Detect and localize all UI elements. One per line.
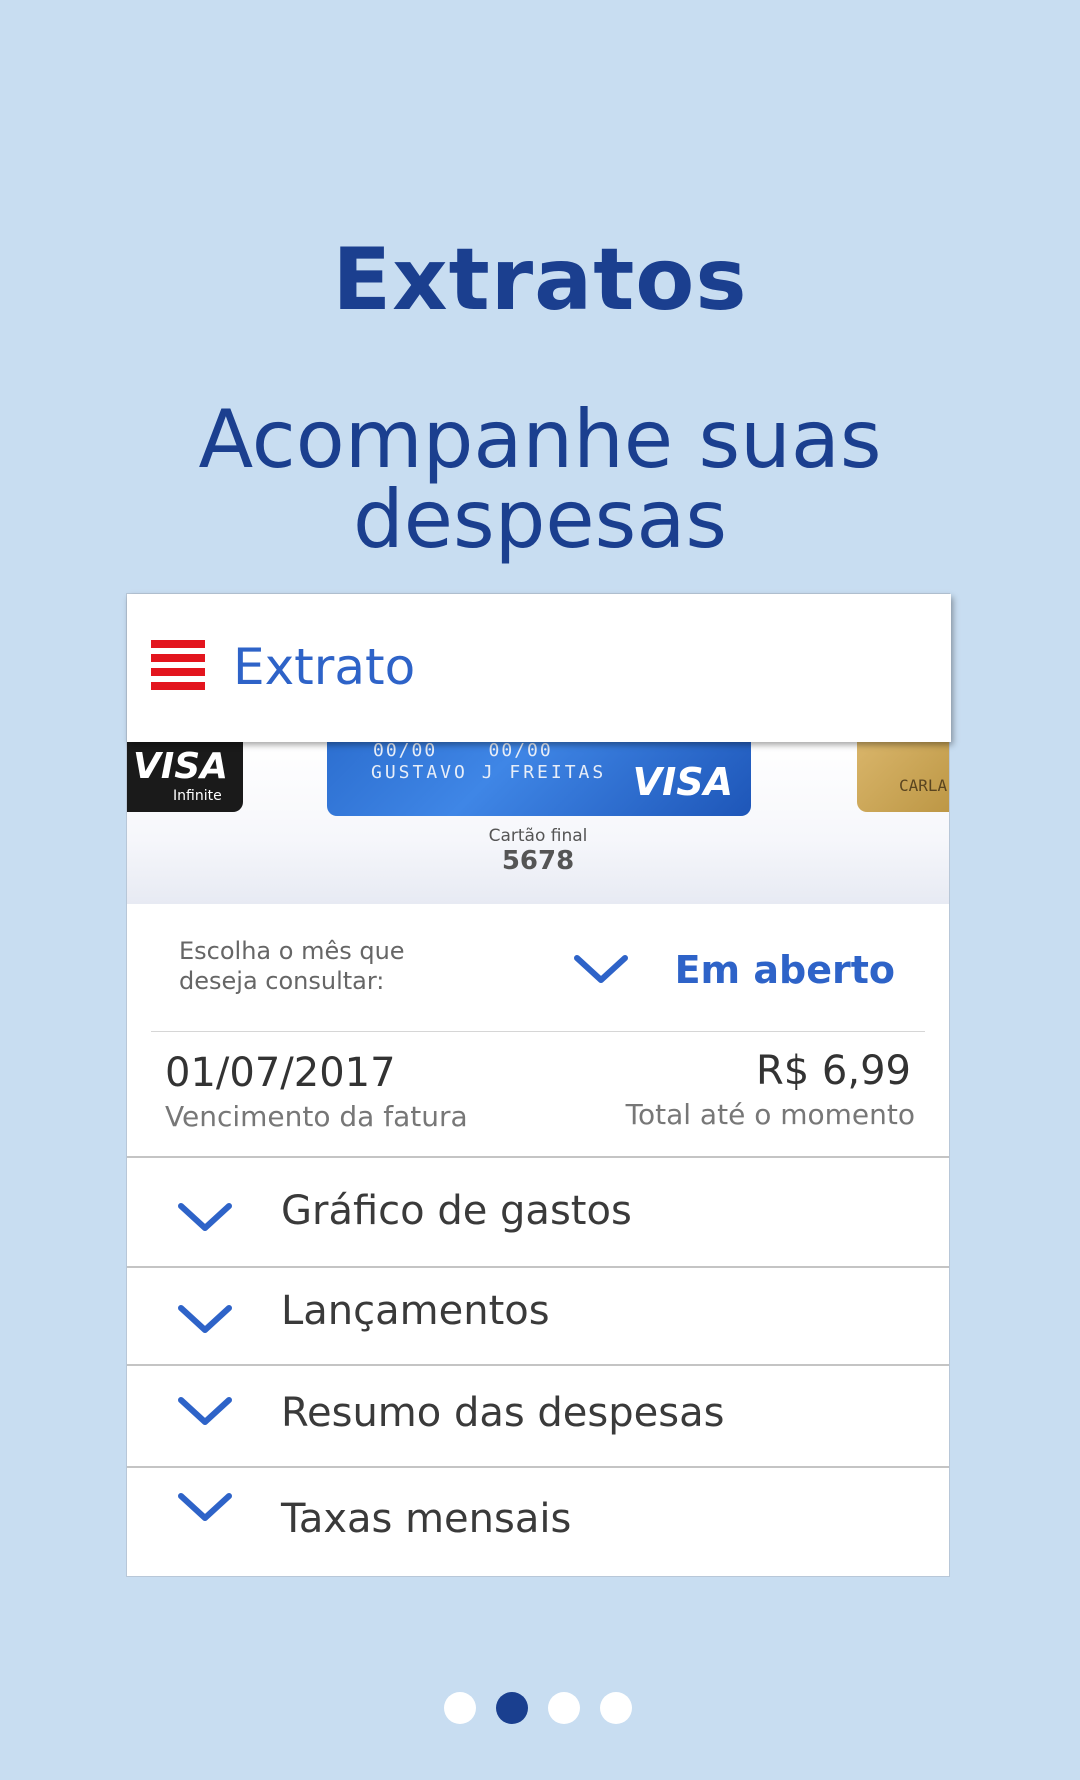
- card-brand: VISA: [133, 746, 229, 787]
- onboarding-title: Extratos: [332, 230, 748, 330]
- card-validity: 00/00 00/00: [373, 742, 553, 761]
- section-lancamentos[interactable]: Lançamentos: [127, 1268, 949, 1362]
- section-taxas-mensais[interactable]: Taxas mensais: [127, 1468, 949, 1574]
- app-bar: Extrato: [127, 594, 951, 742]
- month-selector[interactable]: Escolha o mês que deseja consultar: Em a…: [127, 904, 949, 1032]
- card-brand: VISA: [632, 760, 733, 804]
- section-grafico-de-gastos[interactable]: Gráfico de gastos: [127, 1158, 949, 1264]
- page-dot[interactable]: [444, 1692, 476, 1724]
- month-value[interactable]: Em aberto: [675, 948, 895, 992]
- section-label: Resumo das despesas: [281, 1390, 725, 1436]
- subtitle-line-2: despesas: [352, 473, 728, 566]
- invoice-total-label: Total até o momento: [625, 1098, 915, 1131]
- card-holder: CARLA: [899, 776, 948, 795]
- section-label: Lançamentos: [281, 1288, 550, 1334]
- hamburger-menu-icon[interactable]: [151, 640, 205, 690]
- chevron-down-icon[interactable]: [573, 954, 629, 986]
- card-gold[interactable]: CARLA: [857, 742, 949, 812]
- invoice-total: R$ 6,99: [755, 1048, 911, 1094]
- invoice-summary: 01/07/2017 Vencimento da fatura R$ 6,99 …: [127, 1032, 949, 1150]
- page-dot[interactable]: [548, 1692, 580, 1724]
- section-label: Taxas mensais: [281, 1496, 572, 1542]
- chevron-down-icon: [178, 1397, 232, 1425]
- chevron-down-icon: [178, 1493, 232, 1521]
- page-indicator: [444, 1692, 644, 1728]
- app-bar-title: Extrato: [233, 638, 416, 696]
- page-dot[interactable]: [600, 1692, 632, 1724]
- section-resumo-das-despesas[interactable]: Resumo das despesas: [127, 1366, 949, 1464]
- page-dot-active[interactable]: [496, 1692, 528, 1724]
- card-last-digits: 5678: [501, 846, 575, 876]
- chevron-down-icon: [178, 1305, 232, 1333]
- card-holder: GUSTAVO J FREITAS: [371, 762, 607, 783]
- card-caption: Cartão final: [488, 826, 588, 846]
- invoice-due-date: 01/07/2017: [165, 1050, 396, 1096]
- card-tier: Infinite: [173, 788, 222, 804]
- onboarding-subtitle: Acompanhe suas despesas: [120, 400, 960, 560]
- card-selected[interactable]: 00/00 00/00 GUSTAVO J FREITAS VISA: [327, 742, 751, 816]
- app-preview: Extrato VISA Infinite 00/00 00/00 GUSTAV…: [127, 594, 951, 1576]
- card-carousel[interactable]: VISA Infinite 00/00 00/00 GUSTAVO J FREI…: [127, 742, 949, 904]
- invoice-due-date-label: Vencimento da fatura: [165, 1100, 468, 1133]
- section-label: Gráfico de gastos: [281, 1188, 632, 1234]
- chevron-down-icon: [178, 1203, 232, 1231]
- card-visa-infinite[interactable]: VISA Infinite: [127, 742, 243, 812]
- subtitle-line-1: Acompanhe suas: [198, 393, 882, 486]
- month-prompt: Escolha o mês que deseja consultar:: [179, 937, 405, 995]
